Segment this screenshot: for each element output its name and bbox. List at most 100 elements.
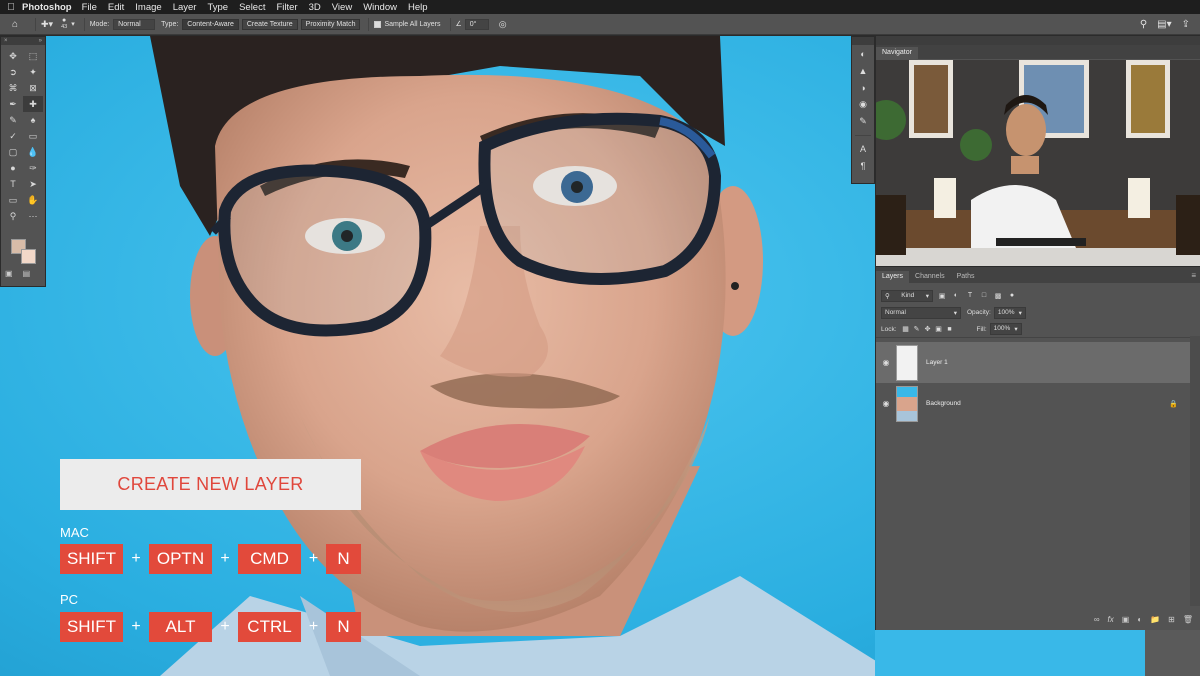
apple-icon[interactable]: 	[0, 2, 22, 13]
eye-icon[interactable]: ◉	[876, 358, 896, 367]
strip-header[interactable]	[852, 37, 874, 45]
angle-input[interactable]: 0°	[464, 18, 489, 30]
background-color-swatch[interactable]	[21, 249, 36, 264]
hand-tool-icon[interactable]: ✋	[23, 192, 43, 208]
navigator-panel-header[interactable]	[876, 36, 1200, 45]
lock-artboard-icon[interactable]: ▣	[934, 324, 944, 334]
menu-edit[interactable]: Edit	[108, 2, 124, 13]
path-selection-tool-icon[interactable]: ➤	[23, 176, 43, 192]
link-layers-icon[interactable]: ∞	[1094, 615, 1100, 624]
gradient-tool-icon[interactable]: ▢	[3, 144, 23, 160]
marquee-tool-icon[interactable]: ⬚	[23, 48, 43, 64]
screen-mode-icon[interactable]: ▤	[23, 269, 31, 278]
quick-mask-icon[interactable]: ▣	[5, 269, 13, 278]
share-icon[interactable]: ⇪	[1182, 19, 1190, 30]
healing-brush-preset-icon[interactable]: ✚▾	[41, 19, 53, 30]
navigator-thumbnail[interactable]	[876, 60, 1200, 266]
smart-object-filter-icon[interactable]: ▩	[993, 291, 1003, 301]
menu-file[interactable]: File	[82, 2, 97, 13]
adjustments-panel-icon[interactable]: ◑	[852, 79, 874, 96]
blur-tool-icon[interactable]: 💧	[23, 144, 43, 160]
opacity-input[interactable]: 100% ▾	[993, 306, 1026, 319]
shape-filter-icon[interactable]: □	[979, 291, 989, 301]
expand-icon[interactable]: »	[39, 37, 42, 45]
menu-type[interactable]: Type	[207, 2, 228, 13]
chevron-down-icon[interactable]: ▾	[71, 20, 75, 28]
layer-style-icon[interactable]: fx	[1108, 615, 1114, 624]
pixel-filter-icon[interactable]: ▣	[937, 291, 947, 301]
content-aware-button[interactable]: Content-Aware	[182, 18, 239, 30]
character-panel-icon[interactable]: A	[852, 140, 874, 157]
menu-image[interactable]: Image	[135, 2, 161, 13]
lock-all-icon[interactable]: ■	[945, 324, 955, 334]
menu-window[interactable]: Window	[363, 2, 397, 13]
menu-layer[interactable]: Layer	[173, 2, 197, 13]
filter-kind-select[interactable]: ⚲ Kind ▾	[881, 289, 933, 302]
app-name-menu[interactable]: Photoshop	[22, 2, 72, 13]
properties-panel-icon[interactable]: ◉	[852, 96, 874, 113]
menu-select[interactable]: Select	[239, 2, 265, 13]
lock-position-icon[interactable]: ✥	[923, 324, 933, 334]
tools-panel-header[interactable]: ×»	[1, 37, 45, 45]
layer-name[interactable]: Layer 1	[926, 359, 948, 366]
layers-scrollbar[interactable]	[1190, 336, 1200, 606]
blend-mode-select[interactable]: Normal ▾	[881, 306, 961, 319]
crop-tool-icon[interactable]: ⌘	[3, 80, 23, 96]
menu-help[interactable]: Help	[408, 2, 428, 13]
type-tool-icon[interactable]: T	[3, 176, 23, 192]
layer-row[interactable]: ◉ Layer 1	[876, 342, 1190, 383]
tab-layers[interactable]: Layers	[876, 271, 910, 283]
filter-toggle-icon[interactable]: ●	[1007, 291, 1017, 301]
healing-brush-tool-icon[interactable]: ✚	[23, 96, 43, 112]
type-filter-icon[interactable]: T	[965, 291, 975, 301]
mode-select[interactable]: Normal	[113, 18, 156, 30]
brush-tool-icon[interactable]: ✎	[3, 112, 23, 128]
tab-channels[interactable]: Channels	[909, 271, 951, 283]
menu-view[interactable]: View	[332, 2, 352, 13]
workspace-icon[interactable]: ▤▾	[1157, 19, 1171, 30]
menu-filter[interactable]: Filter	[276, 2, 297, 13]
shape-tool-icon[interactable]: ▭	[3, 192, 23, 208]
eraser-tool-icon[interactable]: ▭	[23, 128, 43, 144]
lock-transparent-icon[interactable]: ▦	[901, 324, 911, 334]
panel-menu-icon[interactable]: ≡	[1191, 271, 1196, 280]
frame-tool-icon[interactable]: ⊠	[23, 80, 43, 96]
add-mask-icon[interactable]: ▣	[1122, 615, 1130, 624]
lasso-tool-icon[interactable]: ➲	[3, 64, 23, 80]
history-brush-tool-icon[interactable]: ✓	[3, 128, 23, 144]
delete-layer-icon[interactable]: 🗑	[1183, 615, 1193, 624]
proximity-match-button[interactable]: Proximity Match	[300, 18, 361, 30]
paragraph-panel-icon[interactable]: ¶	[852, 157, 874, 174]
tab-navigator[interactable]: Navigator	[876, 47, 918, 59]
lock-image-icon[interactable]: ✎	[912, 324, 922, 334]
dodge-tool-icon[interactable]: ●	[3, 160, 23, 176]
adjustment-layer-icon[interactable]: ◐	[1137, 615, 1142, 624]
menu-3d[interactable]: 3D	[309, 2, 321, 13]
new-layer-icon[interactable]: ⊞	[1168, 615, 1175, 624]
collapse-icon[interactable]: ×	[4, 37, 8, 45]
layer-row[interactable]: ◉ Background 🔒	[876, 383, 1190, 424]
layer-name[interactable]: Background	[926, 400, 961, 407]
pressure-size-icon[interactable]: ◎	[499, 19, 507, 30]
zoom-tool-icon[interactable]: ⚲	[3, 208, 23, 224]
eye-icon[interactable]: ◉	[876, 399, 896, 408]
create-texture-button[interactable]: Create Texture	[241, 18, 298, 30]
clone-stamp-tool-icon[interactable]: ♠	[23, 112, 43, 128]
home-icon[interactable]: ⌂	[0, 19, 30, 30]
navigator-panel-icon[interactable]: ◐	[852, 45, 874, 62]
move-tool-icon[interactable]: ✥	[3, 48, 23, 64]
tab-paths[interactable]: Paths	[951, 271, 981, 283]
eyedropper-tool-icon[interactable]: ✒	[3, 96, 23, 112]
fill-input[interactable]: 100% ▾	[989, 323, 1022, 335]
brush-settings-panel-icon[interactable]: ✎	[852, 113, 874, 130]
search-icon[interactable]: ⚲	[1140, 19, 1147, 30]
magic-wand-tool-icon[interactable]: ✦	[23, 64, 43, 80]
adjustment-filter-icon[interactable]: ◐	[951, 291, 961, 301]
pen-tool-icon[interactable]: ✑	[23, 160, 43, 176]
new-group-icon[interactable]: 📁	[1150, 615, 1160, 624]
histogram-panel-icon[interactable]: ▲	[852, 62, 874, 79]
more-tools-icon[interactable]: ⋯	[23, 208, 43, 224]
brush-size-picker[interactable]: ● 43	[61, 17, 67, 31]
sample-all-layers-checkbox[interactable]	[374, 20, 382, 28]
banner-title: CREATE NEW LAYER	[117, 474, 304, 494]
